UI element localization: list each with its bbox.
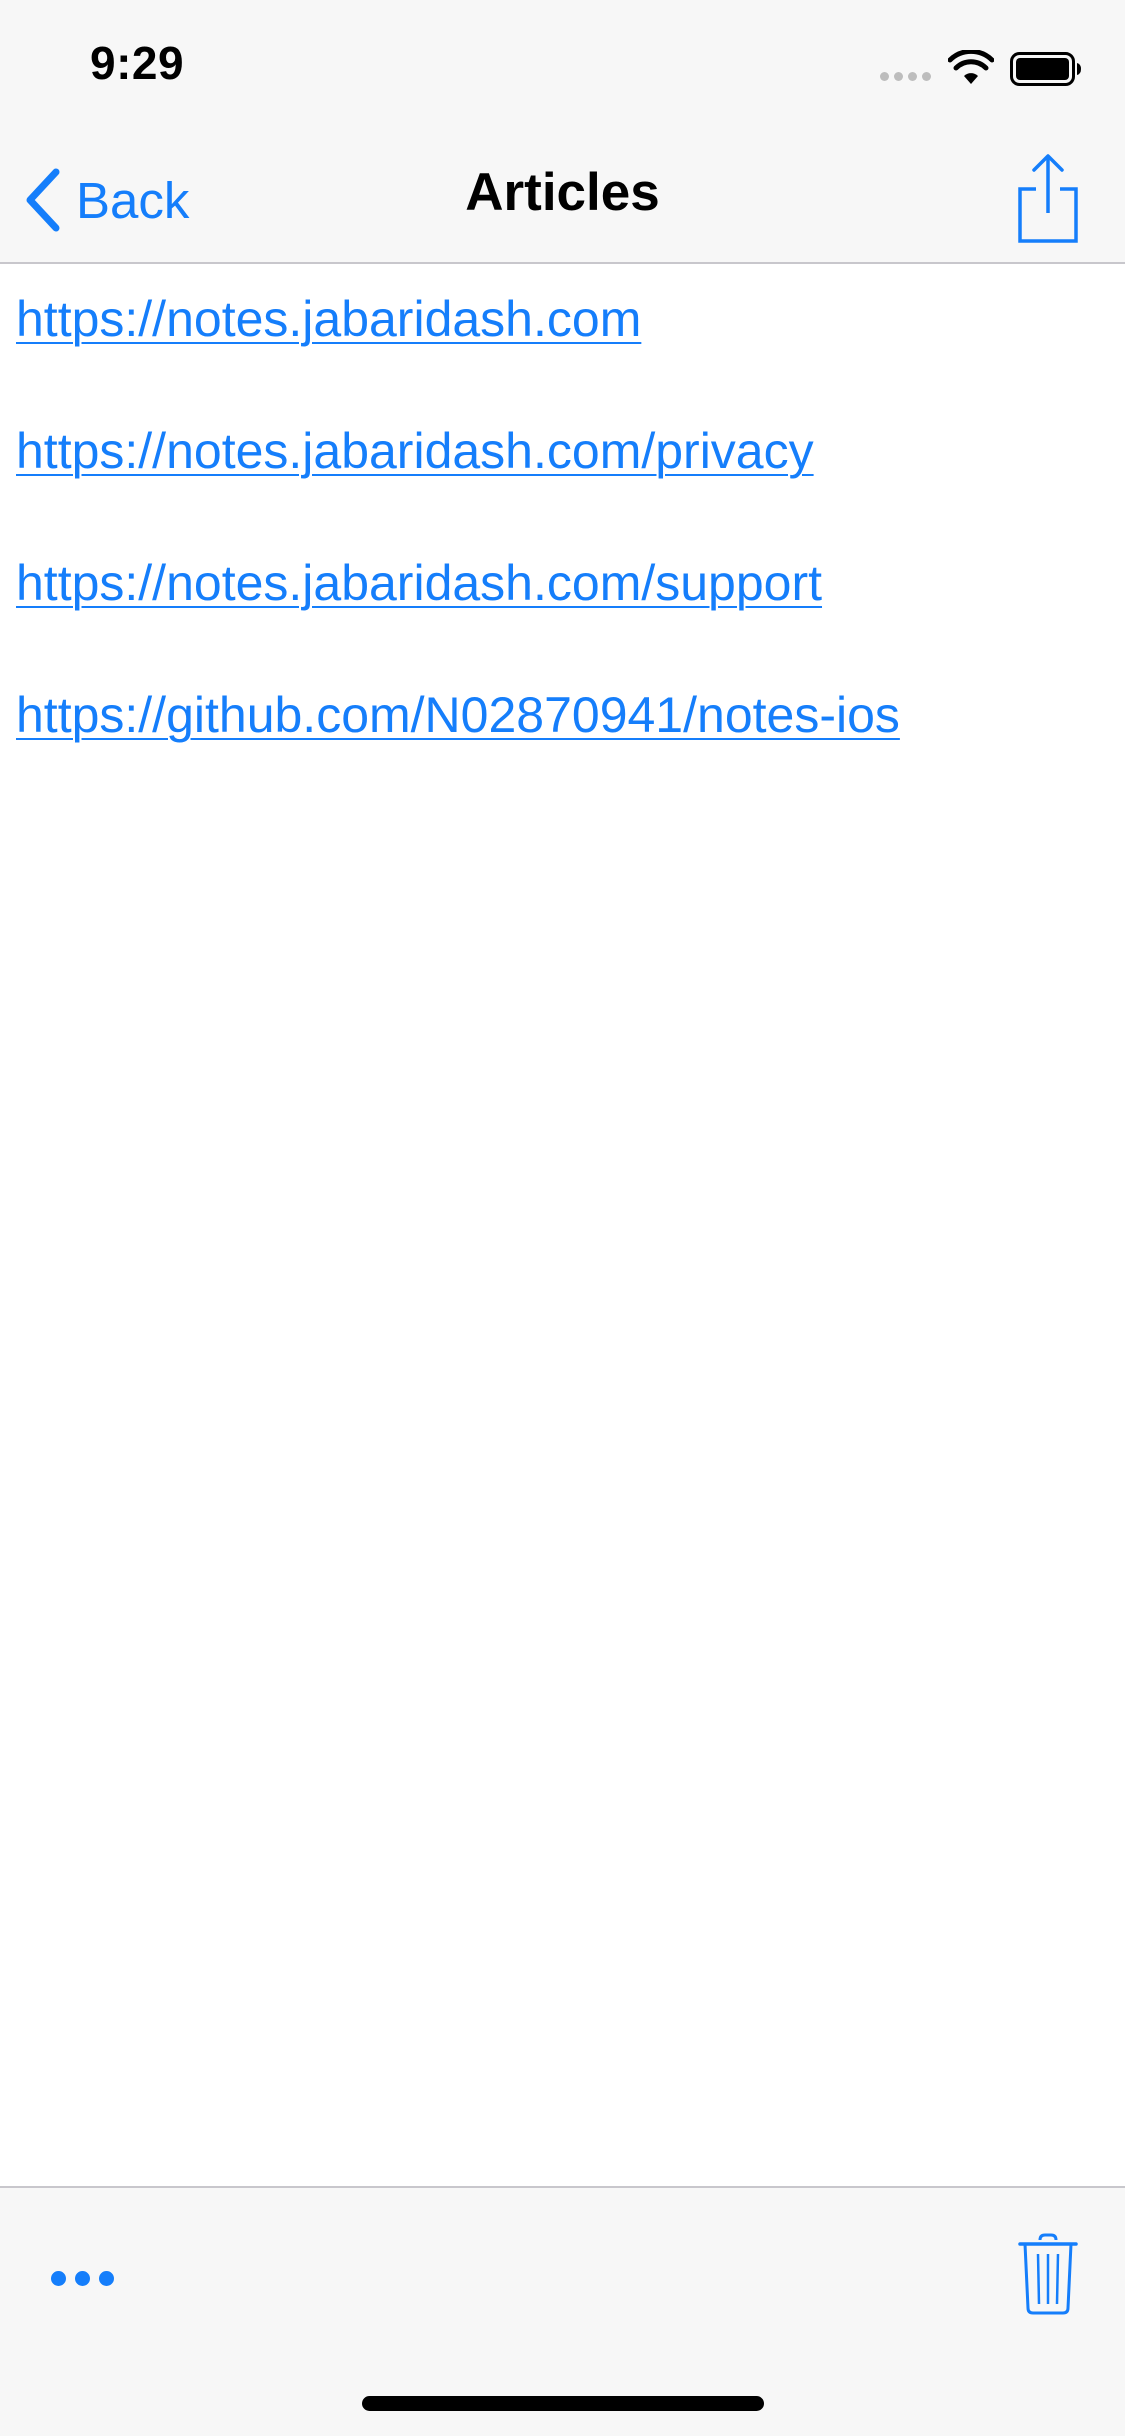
wifi-icon <box>948 50 994 84</box>
screen: 9:29 Back Articles https://notes.jabarid… <box>0 0 1125 2436</box>
trash-icon <box>1018 2233 1078 2315</box>
link-item[interactable]: https://github.com/N02870941/notes-ios <box>16 686 900 744</box>
link-item[interactable]: https://notes.jabaridash.com <box>16 290 641 348</box>
back-button[interactable]: Back <box>24 165 189 235</box>
home-indicator[interactable] <box>362 2396 764 2411</box>
delete-button[interactable] <box>1016 2232 1080 2316</box>
ellipsis-icon <box>50 2270 66 2286</box>
share-button[interactable] <box>1016 153 1080 243</box>
back-button-label: Back <box>76 171 190 229</box>
chevron-left-icon <box>26 168 60 232</box>
content-area: https://notes.jabaridash.com https://not… <box>0 264 1125 2186</box>
battery-icon <box>1010 52 1081 86</box>
status-time: 9:29 <box>90 37 185 89</box>
more-button[interactable] <box>40 2248 124 2308</box>
share-icon <box>1018 154 1078 243</box>
cellular-signal-icon <box>880 72 931 81</box>
top-chrome: 9:29 Back Articles <box>0 0 1125 264</box>
link-item[interactable]: https://notes.jabaridash.com/support <box>16 554 822 612</box>
link-item[interactable]: https://notes.jabaridash.com/privacy <box>16 422 814 480</box>
